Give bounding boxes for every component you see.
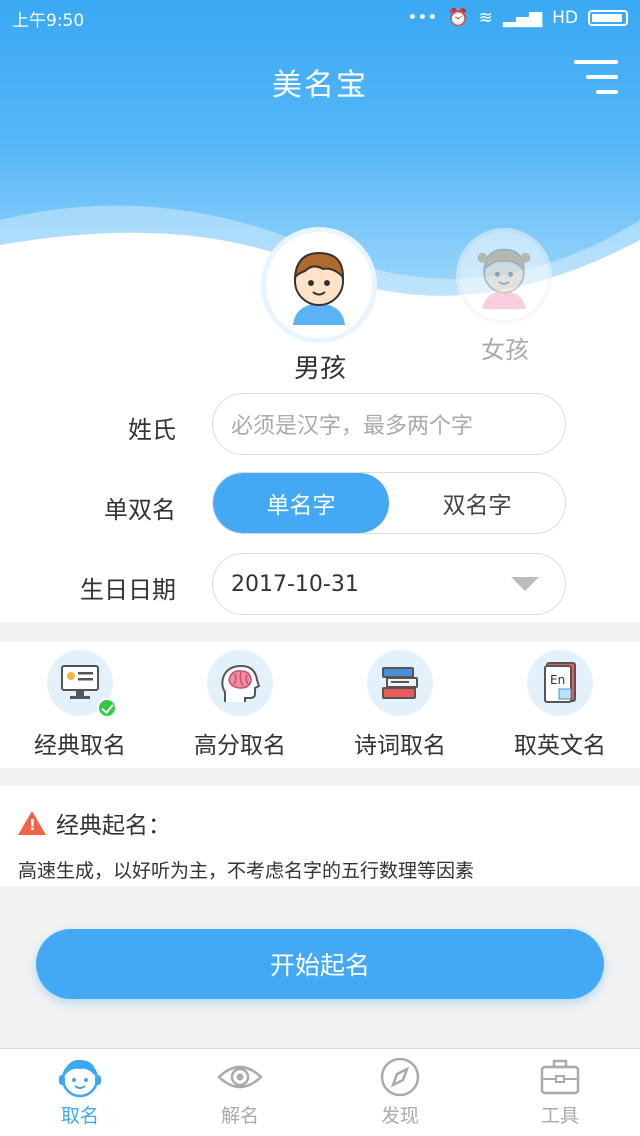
app-title: 美名宝	[272, 68, 368, 103]
dropdown-arrow-icon	[511, 577, 539, 591]
eye-icon	[217, 1065, 263, 1089]
toolbox-icon	[540, 1059, 580, 1095]
status-bar: 上午9:50 ••• ⏰ ≋ ▂▄▆ HD	[0, 0, 640, 36]
surname-placeholder: 必须是汉字，最多两个字	[231, 414, 474, 439]
single-name-option[interactable]: 单名字	[213, 473, 389, 533]
birthday-select[interactable]: 2017-10-31	[212, 553, 566, 615]
girl-avatar[interactable]	[460, 232, 548, 320]
method-classic[interactable]: 经典取名	[0, 642, 160, 768]
signal-icon: ▂▄▆	[502, 8, 543, 28]
boy-avatar[interactable]	[266, 232, 372, 338]
girl-face-icon	[477, 248, 531, 309]
method-info-card: 经典起名： 高速生成，以好听为主，不考虑名字的五行数理等因素	[0, 786, 640, 886]
birthday-value: 2017-10-31	[231, 571, 359, 597]
tab-label: 发现	[380, 1105, 419, 1127]
method-english[interactable]: En 取英文名	[480, 642, 640, 768]
bottom-tab-bar: 取名 解名 发现 工具	[0, 1048, 640, 1136]
computer-icon	[47, 650, 117, 718]
tab-tools[interactable]: 工具	[480, 1049, 640, 1136]
tab-naming[interactable]: 取名	[0, 1049, 160, 1136]
tab-discover[interactable]: 发现	[320, 1049, 480, 1136]
method-label: 诗词取名	[354, 733, 446, 759]
tab-label: 工具	[540, 1105, 579, 1127]
method-high-score[interactable]: 高分取名	[160, 642, 320, 768]
svg-text:En: En	[550, 673, 565, 687]
compass-icon	[380, 1057, 420, 1097]
tab-interpret[interactable]: 解名	[160, 1049, 320, 1136]
start-naming-button[interactable]: 开始起名	[36, 929, 604, 999]
brain-icon	[207, 650, 273, 716]
info-title: 经典起名：	[56, 813, 171, 839]
girl-label[interactable]: 女孩	[460, 330, 550, 365]
status-time: 上午9:50	[12, 10, 85, 31]
boy-label[interactable]: 男孩	[270, 348, 370, 385]
alarm-icon: ⏰	[447, 8, 469, 28]
surname-input[interactable]: 必须是汉字，最多两个字	[212, 393, 566, 455]
menu-button[interactable]	[574, 56, 618, 98]
tab-label: 解名	[220, 1105, 259, 1127]
menu-line	[596, 90, 618, 94]
method-poetry[interactable]: 诗词取名	[320, 642, 480, 768]
info-description: 高速生成，以好听为主，不考虑名字的五行数理等因素	[18, 860, 475, 882]
method-label: 经典取名	[34, 733, 126, 759]
method-label: 取英文名	[514, 733, 606, 759]
surname-label: 姓氏	[128, 416, 176, 444]
network-label: HD	[552, 8, 578, 28]
menu-line	[586, 75, 618, 79]
books-icon	[367, 650, 433, 716]
boy-face-icon	[293, 251, 345, 325]
warning-icon	[18, 811, 46, 835]
wifi-icon: ≋	[478, 8, 493, 28]
english-book-icon: En	[527, 650, 593, 716]
double-name-option[interactable]: 双名字	[389, 473, 565, 533]
selected-check-icon	[97, 698, 117, 718]
menu-line	[574, 60, 618, 64]
name-type-label: 单双名	[104, 496, 176, 524]
name-type-toggle[interactable]: 单名字 双名字	[212, 472, 566, 534]
naming-methods: 经典取名 高分取名 诗词取名 En 取英文名	[0, 642, 640, 768]
method-label: 高分取名	[194, 733, 286, 759]
birthday-label: 生日日期	[80, 576, 176, 604]
tab-label: 取名	[60, 1105, 99, 1127]
battery-icon	[588, 10, 628, 26]
face-icon	[59, 1059, 101, 1098]
more-dots-icon: •••	[407, 8, 438, 28]
